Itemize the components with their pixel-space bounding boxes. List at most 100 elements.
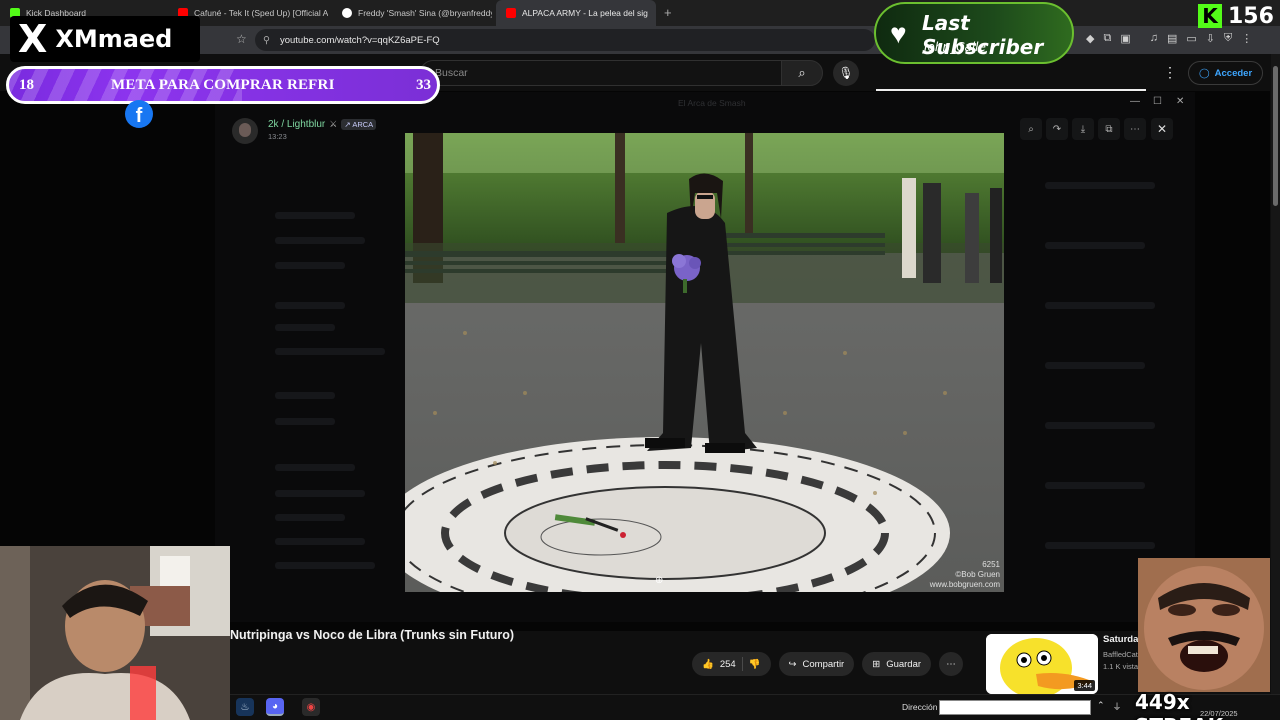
account-icon: ◯	[1199, 67, 1210, 79]
bookmark-icon[interactable]: ☆	[236, 32, 247, 46]
more-icon: ⋯	[946, 658, 956, 670]
tab-title: ALPACA ARMY - La pelea del sig	[522, 8, 648, 18]
search-input[interactable]: Buscar	[420, 60, 782, 86]
minimize-icon[interactable]: —	[1130, 96, 1140, 107]
discord-window-title: El Arca de Smash	[678, 98, 746, 108]
last-sub-name: John_Calle	[924, 40, 986, 54]
image-viewer-toolbar: ⌕ ↷ ⤓ ⧉ ⋯	[1020, 118, 1146, 140]
goal-current: 18	[19, 77, 34, 93]
goal-bar: 18 META PARA COMPRAR REFRI 33	[6, 66, 440, 104]
zoom-cursor-icon: ⊕	[655, 575, 664, 586]
swords-icon: ⚔	[329, 119, 338, 129]
forward-icon[interactable]: ↷	[1046, 118, 1068, 140]
author-name: 2k / Lightblur	[268, 119, 326, 130]
like-icon[interactable]: 👍	[702, 659, 714, 670]
x-logo-icon: X	[18, 17, 48, 61]
video-title: Nutripinga vs Noco de Libra (Trunks sin …	[230, 628, 515, 642]
save-button[interactable]: ⊞ Guardar	[862, 652, 932, 676]
wallet-icon[interactable]: ▭	[1186, 32, 1196, 45]
video-duration: 3:44	[1074, 680, 1095, 691]
system-tray: ⌃ ⏚	[1097, 700, 1122, 713]
url-text: youtube.com/watch?v=qqKZ6aPE-FQ	[279, 34, 440, 46]
share-button[interactable]: ↪ Compartir	[778, 652, 855, 676]
kick-logo-icon: K	[1198, 4, 1222, 28]
zoom-icon[interactable]: ⌕	[1020, 118, 1042, 140]
video-actions: 👍 254 👎 ↪ Compartir ⊞ Guardar ⋯	[692, 652, 964, 676]
search-button[interactable]: ⌕	[781, 60, 823, 86]
viewer-count: 156	[1228, 3, 1274, 29]
webcam-feed	[0, 546, 230, 720]
sign-in-button[interactable]: ◯ Acceder	[1188, 61, 1264, 85]
avatar[interactable]	[232, 118, 258, 144]
shield-icon[interactable]: ⛨	[1224, 32, 1232, 45]
search-placeholder: Buscar	[435, 67, 468, 79]
download-icon[interactable]: ⇩	[1206, 32, 1215, 45]
address-toolbar-label: Dirección	[902, 702, 938, 712]
park-photo	[405, 133, 1004, 592]
share-label: Compartir	[802, 658, 845, 670]
goal-label: META PARA COMPRAR REFRI	[111, 77, 335, 93]
photo-credit-name: ©Bob Gruen	[955, 570, 1000, 579]
save-icon: ⊞	[872, 658, 881, 670]
sign-in-label: Acceder	[1214, 67, 1253, 79]
more-icon[interactable]: ⋯	[1124, 118, 1146, 140]
laughing-man-image	[1138, 558, 1270, 692]
voice-search-button[interactable]: 🎙	[833, 60, 859, 86]
puzzle-icon[interactable]: ⧉	[1103, 32, 1111, 45]
kick-viewer-badge: K 156	[1198, 2, 1274, 30]
open-external-icon[interactable]: ⧉	[1098, 118, 1120, 140]
recommended-channel[interactable]: BaffledCat	[1103, 650, 1138, 659]
screen: Kick Dashboard Cafuné - Tek It (Sped Up)…	[0, 0, 1280, 720]
settings-menu-icon[interactable]: ⋮	[1163, 64, 1177, 81]
recommended-views: 1.1 K vista	[1103, 662, 1139, 671]
menu-icon[interactable]: ⋮	[1241, 32, 1252, 45]
microphone-icon: 🎙	[838, 66, 854, 80]
expanded-image[interactable]: 6251 ©Bob Gruen www.bobgruen.com	[405, 133, 1004, 592]
youtube-favicon-icon	[506, 8, 516, 18]
sidebar-icon[interactable]: ▤	[1167, 32, 1177, 45]
heart-icon: ♥	[890, 18, 907, 49]
screenshot-icon[interactable]: ▣	[1120, 32, 1130, 45]
last-subscriber-widget: ♥ Last Subscriber John_Calle	[874, 2, 1074, 64]
message-timestamp: 13:23	[268, 132, 287, 141]
message-author[interactable]: 2k / Lightblur ⚔ ↗ ARCA	[268, 119, 377, 130]
share-icon: ↪	[788, 658, 797, 670]
tab-tiktok-freddy[interactable]: Freddy 'Smash' Sina (@bryanfreddy)	[332, 0, 492, 26]
obs-icon[interactable]: ◉	[302, 698, 320, 716]
steam-icon[interactable]: ♨	[236, 698, 254, 716]
like-dislike-group: 👍 254 👎	[692, 652, 771, 676]
x-social-badge: X XMmaed	[10, 16, 200, 62]
streamer-webcam	[0, 546, 230, 720]
extension-icons: ◆ ⧉ ▣ ♫ ▤ ▭ ⇩ ⛨ ⋮	[1086, 32, 1252, 45]
tab-title: Cafuné - Tek It (Sped Up) [Official Au	[194, 8, 328, 18]
extension-icon[interactable]: ◆	[1086, 32, 1094, 45]
usb-icon[interactable]: ⏚	[1113, 700, 1122, 713]
photo-credit-url: www.bobgruen.com	[929, 580, 1000, 589]
photo-corner-number: 6251	[982, 560, 1000, 569]
discord-icon[interactable]: ◕	[266, 698, 284, 716]
more-actions-button[interactable]: ⋯	[939, 652, 964, 676]
scrollbar-thumb[interactable]	[1273, 66, 1278, 206]
chevron-up-icon[interactable]: ⌃	[1097, 700, 1105, 713]
download-icon[interactable]: ⤓	[1072, 118, 1094, 140]
goal-target: 33	[416, 77, 431, 93]
site-info-icon[interactable]: ⚲	[263, 35, 270, 46]
url-field[interactable]: ⚲ youtube.com/watch?v=qqKZ6aPE-FQ	[255, 29, 875, 51]
dislike-icon[interactable]: 👎	[749, 659, 761, 670]
search-icon: ⌕	[798, 65, 806, 80]
close-window-icon[interactable]: ✕	[1176, 96, 1184, 107]
close-viewer-button[interactable]: ✕	[1151, 118, 1173, 140]
address-toolbar-input[interactable]	[939, 700, 1091, 715]
meme-webcam	[1138, 558, 1270, 692]
new-tab-button[interactable]: +	[664, 5, 672, 20]
tiktok-favicon-icon	[342, 8, 352, 18]
photo-credit: 6251 ©Bob Gruen www.bobgruen.com	[930, 560, 1000, 590]
streak-counter: 449x STREAK	[1135, 690, 1223, 720]
x-handle: XMmaed	[55, 25, 173, 53]
recommended-thumbnail[interactable]: 3:44	[986, 634, 1098, 694]
like-count[interactable]: 254	[720, 659, 736, 670]
tab-title: Freddy 'Smash' Sina (@bryanfreddy)	[358, 8, 492, 18]
maximize-icon[interactable]: ☐	[1153, 96, 1162, 107]
music-icon[interactable]: ♫	[1150, 32, 1158, 45]
tab-alpaca-army[interactable]: ALPACA ARMY - La pelea del sig ✕	[496, 0, 656, 26]
